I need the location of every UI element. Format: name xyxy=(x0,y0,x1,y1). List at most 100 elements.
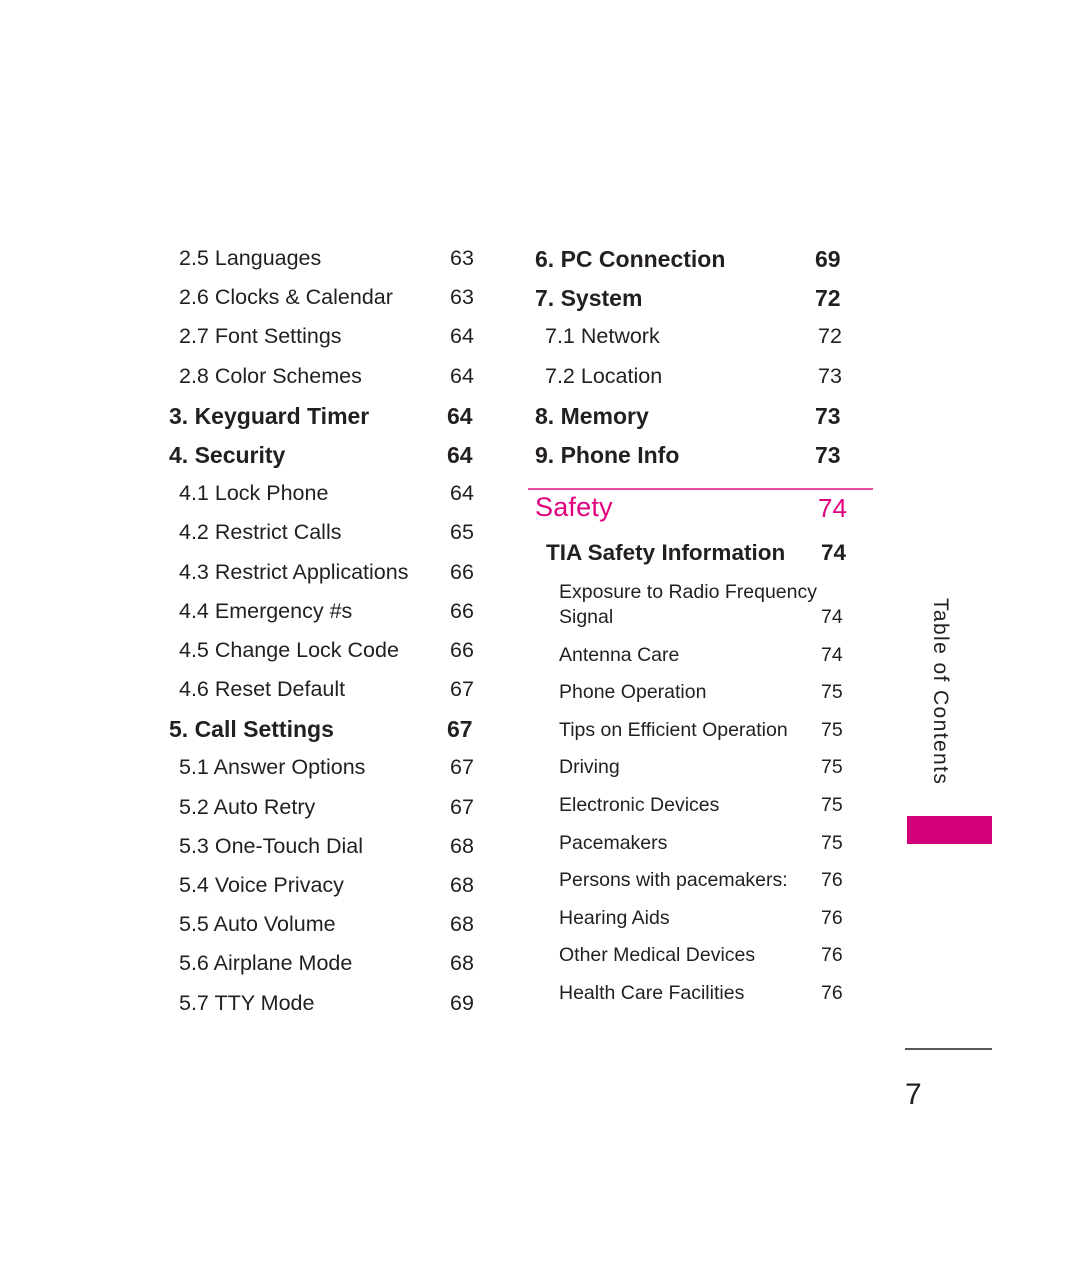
toc-entry-label: Exposure to Radio Frequency xyxy=(559,581,817,603)
toc-entry-label: 2.6 Clocks & Calendar xyxy=(179,285,393,310)
toc-entry[interactable]: 4.5 Change Lock Code 66 xyxy=(162,638,509,677)
toc-entry-label: 7. System xyxy=(535,285,643,312)
toc-entry-label: 5.3 One-Touch Dial xyxy=(179,833,364,858)
toc-entry-label: Electronic Devices xyxy=(559,793,720,816)
toc-entry[interactable]: 4.2 Restrict Calls 65 xyxy=(162,520,509,559)
toc-entry[interactable]: 5.4 Voice Privacy 68 xyxy=(162,873,509,912)
toc-entry[interactable]: Exposure to Radio Frequency xyxy=(528,581,904,606)
toc-entry[interactable]: 5.3 One-Touch Dial 68 xyxy=(162,834,509,873)
toc-left-column: 2.5 Languages 63 2.6 Clocks & Calendar 63 2.… xyxy=(162,246,492,1030)
toc-entry-label: 5.6 Airplane Mode xyxy=(179,951,353,976)
toc-entry[interactable]: Signal 74 xyxy=(528,606,904,644)
toc-entry-page: 75 xyxy=(821,793,843,816)
toc-entry[interactable]: 4.1 Lock Phone 64 xyxy=(162,481,509,520)
toc-entry-page: 66 xyxy=(450,598,474,623)
toc-entry-page: 68 xyxy=(450,951,474,976)
toc-entry-page: 74 xyxy=(821,540,847,565)
toc-entry[interactable]: 4.4 Emergency #s 66 xyxy=(162,599,509,638)
toc-entry-label: 5.7 TTY Mode xyxy=(179,990,315,1015)
toc-entry-page: 64 xyxy=(450,324,474,349)
toc-entry[interactable]: TIA Safety Information 74 xyxy=(528,540,891,582)
toc-entry[interactable]: 5.1 Answer Options 67 xyxy=(162,755,509,794)
toc-entry-page: 67 xyxy=(450,677,474,702)
toc-entry-label: 2.8 Color Schemes xyxy=(179,363,362,388)
toc-entry-label: 6. PC Connection xyxy=(535,246,726,272)
toc-entry-page: 64 xyxy=(447,441,473,468)
toc-entry-label: 7.2 Location xyxy=(545,363,663,388)
toc-entry[interactable]: Persons with pacemakers: 76 xyxy=(528,869,904,907)
toc-entry[interactable]: 7.1 Network 72 xyxy=(528,324,875,363)
toc-entry[interactable]: 2.6 Clocks & Calendar 63 xyxy=(162,285,509,324)
toc-entry[interactable]: 4. Security 64 xyxy=(162,442,499,481)
toc-entry[interactable]: Phone Operation 75 xyxy=(528,681,904,719)
toc-entry-label: 5.5 Auto Volume xyxy=(179,912,336,937)
toc-entry-page: 69 xyxy=(815,246,841,272)
toc-entry-label: 4.5 Change Lock Code xyxy=(179,637,399,662)
toc-entry[interactable]: Electronic Devices 75 xyxy=(528,794,904,832)
page-number: 7 xyxy=(905,1078,922,1111)
toc-entry-page: 72 xyxy=(815,285,841,312)
toc-entry[interactable]: 7.2 Location 73 xyxy=(528,364,875,403)
safety-section-heading[interactable]: Safety 74 xyxy=(528,492,873,536)
toc-entry[interactable]: Driving 75 xyxy=(528,756,904,794)
toc-entry-label: 4.4 Emergency #s xyxy=(179,598,353,623)
toc-entry-page: 76 xyxy=(821,981,843,1004)
side-tab-marker xyxy=(907,816,992,844)
toc-entry[interactable]: Pacemakers 75 xyxy=(528,832,904,870)
toc-entry-label: Driving xyxy=(559,756,620,779)
safety-entry-list: Exposure to Radio Frequency Signal 74 Anten… xyxy=(528,581,873,1020)
toc-entry-label: 5.2 Auto Retry xyxy=(179,794,316,819)
toc-entry-page: 76 xyxy=(821,869,843,892)
toc-entry-page: 68 xyxy=(450,873,474,897)
toc-entry[interactable]: Other Medical Devices 76 xyxy=(528,944,904,982)
safety-section-divider xyxy=(528,488,873,490)
toc-entry[interactable]: 5. Call Settings 67 xyxy=(162,716,499,755)
toc-entry-page: 65 xyxy=(450,520,474,545)
toc-entry-page: 75 xyxy=(821,718,843,741)
toc-entry[interactable]: 9. Phone Info 73 xyxy=(528,442,865,481)
toc-entry[interactable]: 5.7 TTY Mode 69 xyxy=(162,991,509,1030)
toc-entry[interactable]: 4.3 Restrict Applications 66 xyxy=(162,560,509,599)
toc-entry-label: 4.6 Reset Default xyxy=(179,677,346,702)
toc-entry-label: 5.4 Voice Privacy xyxy=(179,873,344,897)
toc-entry-label: Tips on Efficient Operation xyxy=(559,718,788,741)
toc-entry[interactable]: 5.2 Auto Retry 67 xyxy=(162,795,509,834)
toc-entry[interactable]: 7. System 72 xyxy=(528,285,865,324)
toc-entry[interactable]: 2.8 Color Schemes 64 xyxy=(162,364,509,403)
toc-entry-label: 4.2 Restrict Calls xyxy=(179,520,342,545)
toc-entry[interactable]: 2.7 Font Settings 64 xyxy=(162,324,509,363)
toc-entry-page: 68 xyxy=(450,833,474,858)
toc-entry[interactable]: Health Care Facilities 76 xyxy=(528,982,904,1020)
toc-entry-page: 64 xyxy=(450,481,474,506)
toc-entry-label: 4. Security xyxy=(169,441,286,468)
toc-entry-label: Pacemakers xyxy=(559,831,668,854)
toc-entry[interactable]: 5.6 Airplane Mode 68 xyxy=(162,951,509,990)
side-tab-label: Table of Contents xyxy=(929,598,952,786)
toc-entry[interactable]: 3. Keyguard Timer 64 xyxy=(162,403,499,442)
toc-entry[interactable]: 6. PC Connection 69 xyxy=(528,246,865,285)
toc-entry[interactable]: Tips on Efficient Operation 75 xyxy=(528,719,904,757)
toc-entry[interactable]: 4.6 Reset Default 67 xyxy=(162,677,509,716)
toc-entry-page: 73 xyxy=(815,441,841,468)
footer-divider xyxy=(905,1048,992,1050)
toc-entry[interactable]: Antenna Care 74 xyxy=(528,644,904,682)
toc-entry-label: Hearing Aids xyxy=(559,906,670,929)
toc-entry-page: 73 xyxy=(815,402,841,429)
safety-section-page-number: 74 xyxy=(818,493,847,523)
toc-entry-label: Antenna Care xyxy=(559,643,680,666)
toc-entry-page: 76 xyxy=(821,906,843,929)
toc-entry[interactable]: 8. Memory 73 xyxy=(528,403,865,442)
toc-entry-page: 67 xyxy=(450,794,474,819)
toc-entry-page: 67 xyxy=(447,716,473,743)
toc-entry-label: 9. Phone Info xyxy=(535,441,680,468)
toc-entry-page: 74 xyxy=(821,643,843,666)
toc-entry[interactable]: 2.5 Languages 63 xyxy=(162,246,509,285)
toc-entry[interactable]: 5.5 Auto Volume 68 xyxy=(162,912,509,951)
toc-entry-page: 74 xyxy=(821,606,843,628)
toc-entry-label: TIA Safety Information xyxy=(546,540,786,565)
toc-entry-page: 64 xyxy=(447,402,473,429)
toc-page: 2.5 Languages 63 2.6 Clocks & Calendar 63 2.… xyxy=(0,0,1080,1270)
toc-entry[interactable]: Hearing Aids 76 xyxy=(528,907,904,945)
toc-entry-page: 76 xyxy=(821,944,843,967)
toc-entry-page: 75 xyxy=(821,756,843,779)
